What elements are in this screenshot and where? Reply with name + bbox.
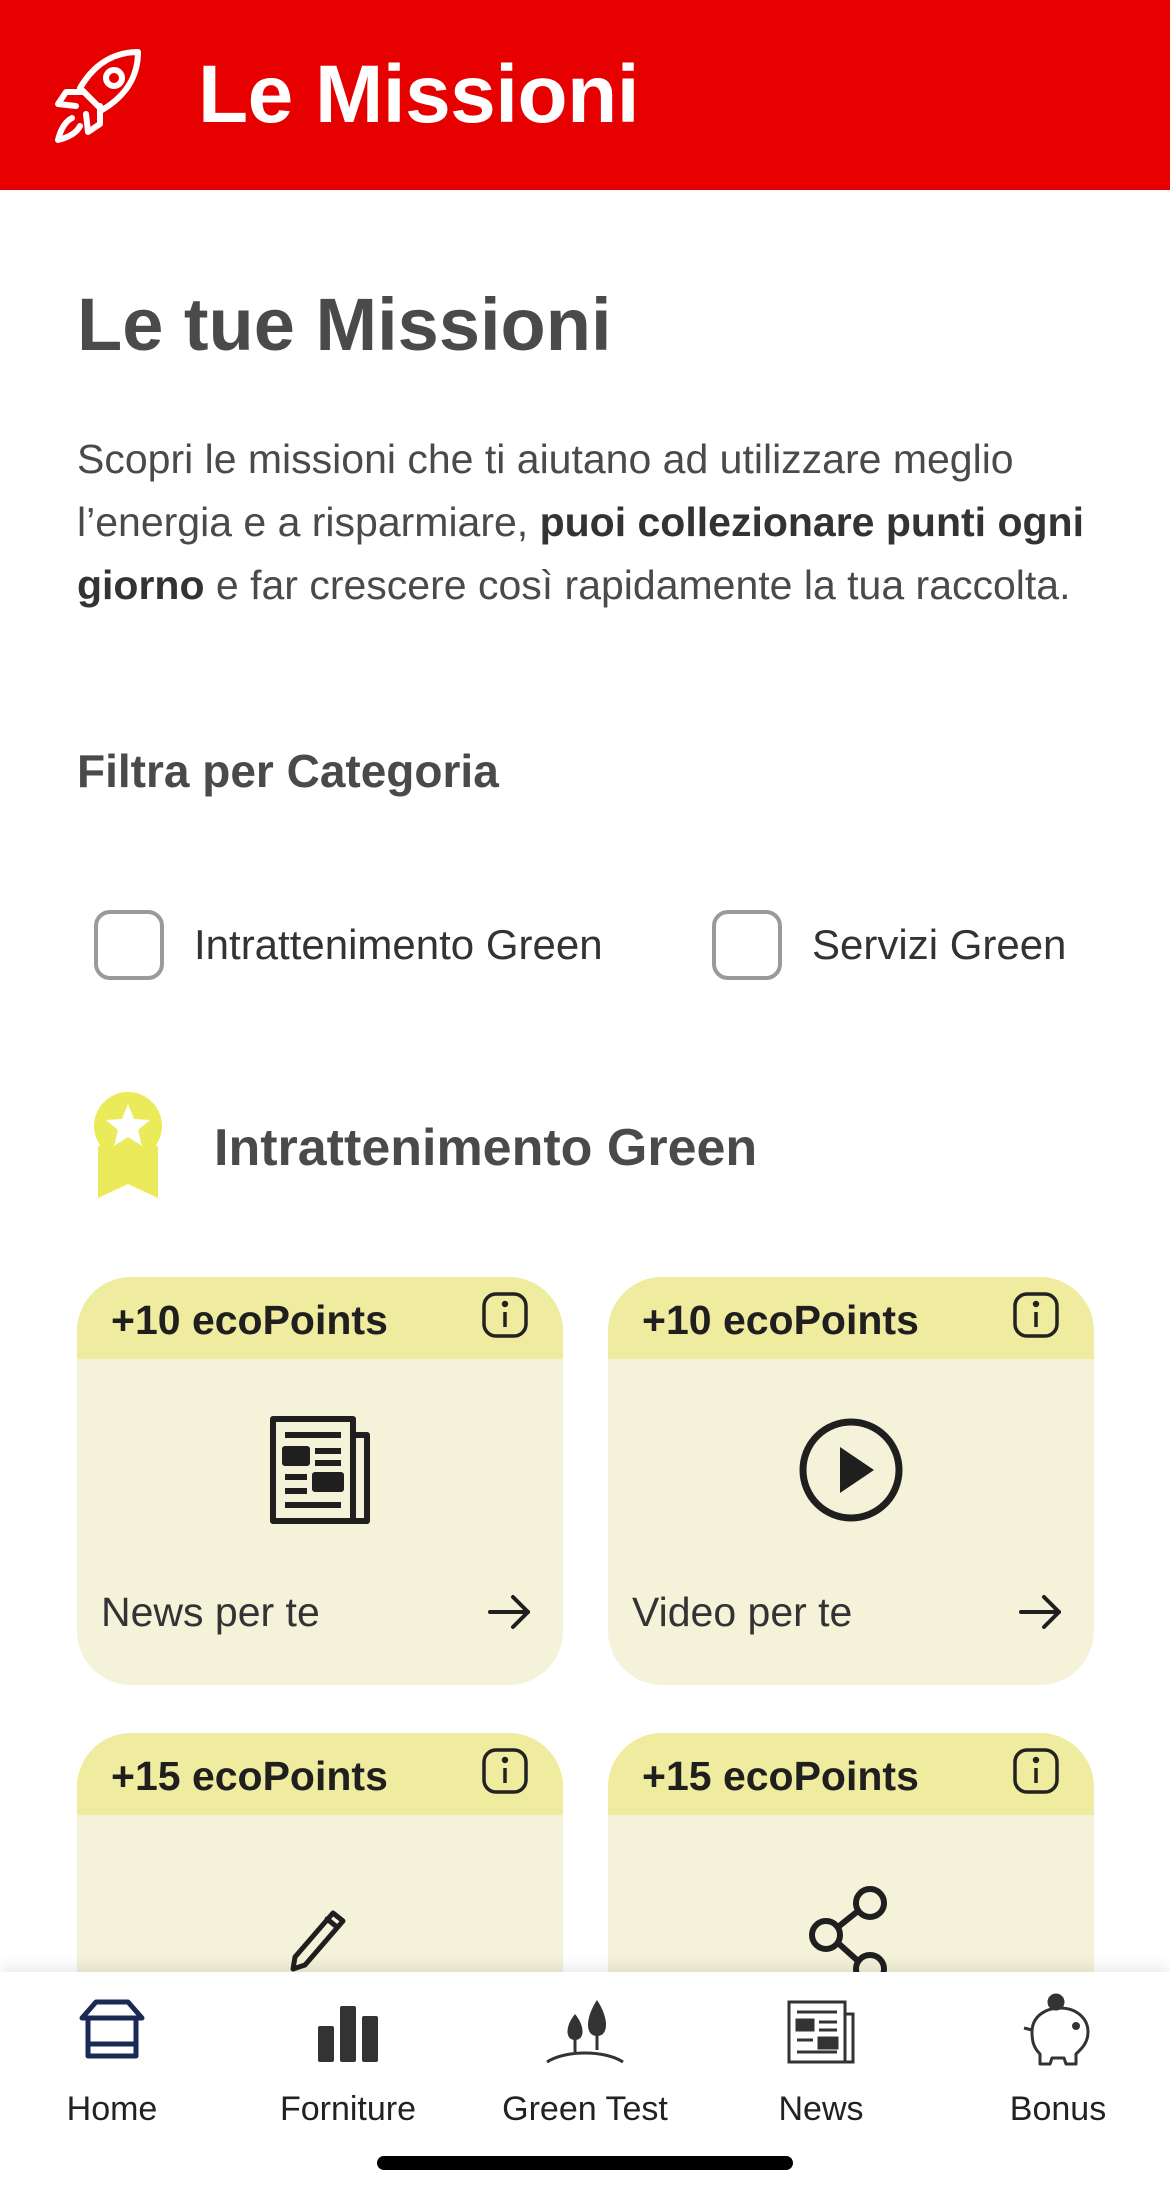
filter-servizi[interactable]: Servizi Green bbox=[712, 910, 1066, 980]
arrow-right-icon[interactable] bbox=[1016, 1587, 1066, 1637]
tab-label: Green Test bbox=[502, 2090, 668, 2128]
filter-title: Filtra per Categoria bbox=[77, 745, 499, 797]
newspaper-icon bbox=[270, 1416, 370, 1524]
rocket-icon bbox=[55, 49, 141, 143]
header-title: Le Missioni bbox=[198, 49, 640, 140]
arrow-right-icon[interactable] bbox=[485, 1587, 535, 1637]
trees-icon bbox=[546, 2000, 624, 2064]
mission-card-news[interactable]: +10 ecoPoints News per te bbox=[77, 1277, 563, 1685]
card-points: +10 ecoPoints bbox=[111, 1297, 388, 1343]
info-icon[interactable] bbox=[1012, 1291, 1060, 1339]
card-points: +15 ecoPoints bbox=[111, 1753, 388, 1799]
tab-label: Forniture bbox=[279, 2090, 417, 2128]
bar-chart-icon bbox=[318, 2006, 378, 2062]
home-icon bbox=[79, 1999, 145, 2059]
tab-label: Bonus bbox=[1009, 2090, 1107, 2128]
tab-news[interactable]: News bbox=[721, 1992, 921, 2129]
checkbox-servizi[interactable] bbox=[712, 910, 782, 980]
newspaper-icon bbox=[787, 2000, 855, 2064]
tab-home[interactable]: Home bbox=[12, 1992, 212, 2129]
piggy-bank-icon bbox=[1023, 1993, 1090, 2066]
award-badge-icon bbox=[94, 1092, 162, 1198]
filter-label: Intrattenimento Green bbox=[194, 921, 603, 968]
tab-bonus[interactable]: Bonus bbox=[958, 1992, 1158, 2129]
filter-label: Servizi Green bbox=[812, 921, 1067, 968]
tab-label: Home bbox=[66, 2090, 158, 2128]
info-icon[interactable] bbox=[1012, 1747, 1060, 1795]
checkbox-intrattenimento[interactable] bbox=[94, 910, 164, 980]
tab-label: News bbox=[778, 2090, 864, 2128]
tab-green-test[interactable]: Green Test bbox=[485, 1992, 685, 2129]
app-header: Le Missioni bbox=[0, 0, 1170, 190]
intro-text: Scopri le missioni che ti aiutano ad uti… bbox=[77, 436, 1084, 608]
card-points: +10 ecoPoints bbox=[642, 1297, 919, 1343]
info-icon[interactable] bbox=[481, 1291, 529, 1339]
card-name: News per te bbox=[101, 1589, 320, 1635]
card-name: Video per te bbox=[632, 1589, 853, 1635]
card-points: +15 ecoPoints bbox=[642, 1753, 919, 1799]
play-icon bbox=[799, 1418, 903, 1522]
page-title: Le tue Missioni bbox=[77, 283, 612, 366]
info-icon[interactable] bbox=[481, 1747, 529, 1795]
mission-card-video[interactable]: +10 ecoPoints Video per te bbox=[608, 1277, 1094, 1685]
section-title: Intrattenimento Green bbox=[214, 1119, 758, 1177]
home-indicator[interactable] bbox=[377, 2156, 793, 2170]
filter-intrattenimento[interactable]: Intrattenimento Green bbox=[94, 910, 603, 980]
tab-forniture[interactable]: Forniture bbox=[248, 1992, 448, 2129]
section-header: Intrattenimento Green bbox=[90, 1090, 757, 1206]
